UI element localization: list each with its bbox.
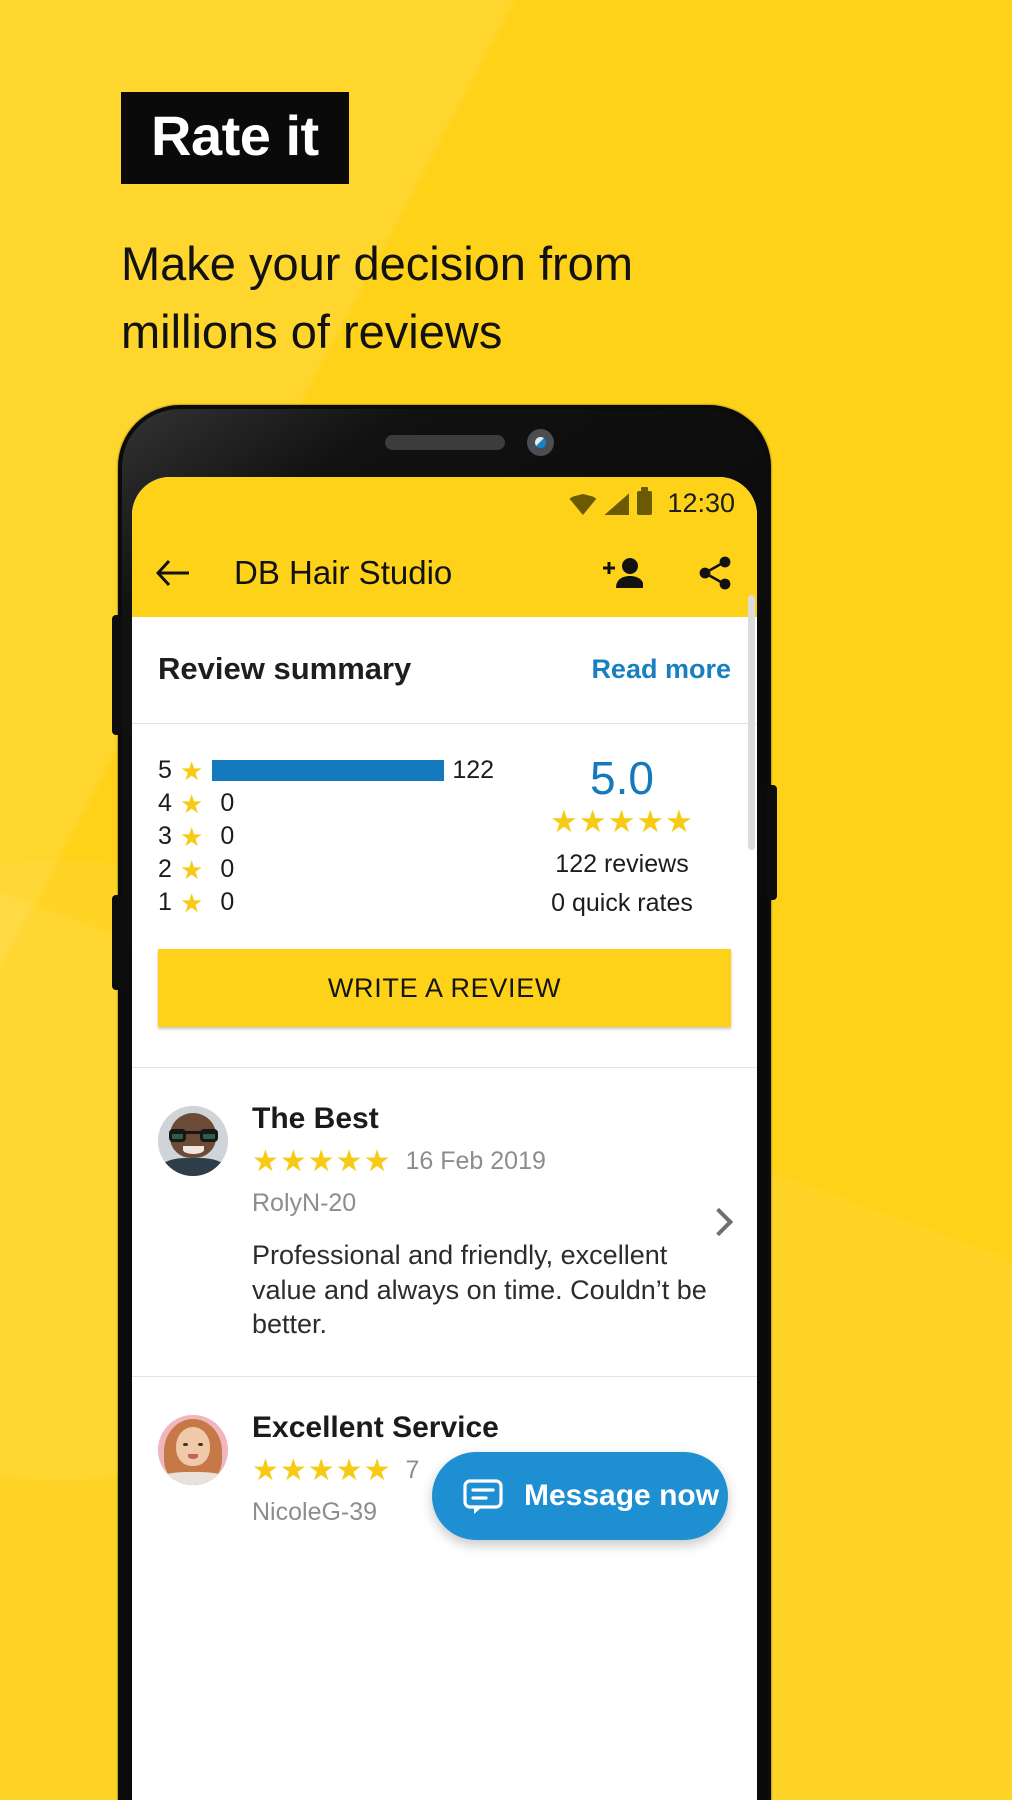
rating-bar-row: 2 ★ 0 xyxy=(158,853,513,886)
rating-bar-row: 5 ★ 122 xyxy=(158,754,513,787)
review-date: 16 Feb 2019 xyxy=(405,1147,546,1175)
rating-bar-fill xyxy=(212,760,445,781)
quick-rates-count: 0 quick rates xyxy=(551,889,693,918)
review-stars: ★★★★★ xyxy=(252,1453,392,1487)
avatar xyxy=(158,1414,228,1485)
rating-bar-label: 4 xyxy=(158,789,172,817)
rating-bar-label: 3 xyxy=(158,822,172,850)
status-time: 12:30 xyxy=(667,487,735,518)
average-score-stars: ★★★★★ xyxy=(550,804,694,840)
review-username: RolyN-20 xyxy=(252,1189,357,1217)
write-review-wrap: WRITE A REVIEW xyxy=(132,927,757,1067)
earpiece-speaker xyxy=(384,435,505,450)
star-icon: ★ xyxy=(180,755,204,786)
app-bar-actions xyxy=(603,555,733,591)
front-camera-icon xyxy=(527,429,554,456)
phone-screen: 12:30 DB Hair Studio Review summary Read… xyxy=(132,477,757,1800)
rating-bar-row: 4 ★ 0 xyxy=(158,787,513,820)
star-icon: ★ xyxy=(180,788,204,819)
camera-lens xyxy=(535,437,546,448)
avatar-female-image xyxy=(158,1414,228,1485)
rating-bar-count: 122 xyxy=(452,756,495,784)
rating-block: 5 ★ 122 4 ★ 0 3 ★ 0 2 ★ 0 1 ★ 0 5.0 ★★★★… xyxy=(132,724,757,927)
back-arrow-icon xyxy=(156,559,189,587)
power-button[interactable] xyxy=(767,785,777,900)
battery-icon xyxy=(637,487,653,515)
share-icon xyxy=(699,556,731,590)
review-text: Professional and friendly, excellent val… xyxy=(252,1240,707,1340)
rating-breakdown: 5 ★ 122 4 ★ 0 3 ★ 0 2 ★ 0 1 ★ 0 xyxy=(158,754,513,919)
phone-top-bezel xyxy=(118,405,771,485)
status-icons xyxy=(569,487,653,515)
volume-up-button[interactable] xyxy=(112,615,122,735)
message-now-label: Message now xyxy=(524,1479,720,1512)
promo-subtitle: Make your decision from millions of revi… xyxy=(121,237,633,359)
review-title: The Best xyxy=(252,1102,379,1135)
star-icon: ★ xyxy=(180,887,204,918)
rating-bar-label: 1 xyxy=(158,888,172,916)
review-title: Excellent Service xyxy=(252,1410,499,1444)
review-summary-title: Review summary xyxy=(158,651,412,686)
average-score: 5.0 xyxy=(590,752,654,804)
review-list-item[interactable]: The Best ★★★★★ 16 Feb 2019 RolyN-20 Prof… xyxy=(132,1067,757,1376)
rating-bar-row: 1 ★ 0 xyxy=(158,886,513,919)
add-person-button[interactable] xyxy=(603,556,643,590)
phone-mockup: 12:30 DB Hair Studio Review summary Read… xyxy=(112,405,777,1800)
back-button[interactable] xyxy=(156,559,190,587)
review-stars: ★★★★★ xyxy=(252,1145,392,1178)
avatar xyxy=(158,1106,228,1176)
write-review-button[interactable]: WRITE A REVIEW xyxy=(158,949,731,1027)
star-icon: ★ xyxy=(180,821,204,852)
avatar-male-image xyxy=(158,1106,228,1176)
wifi-icon xyxy=(569,494,597,515)
review-body: The Best ★★★★★ 16 Feb 2019 RolyN-20 Prof… xyxy=(228,1102,735,1342)
share-button[interactable] xyxy=(697,555,733,591)
reviews-count: 122 reviews xyxy=(555,850,689,879)
message-now-button[interactable]: Message now xyxy=(432,1452,728,1540)
score-column: 5.0 ★★★★★ 122 reviews 0 quick rates xyxy=(513,754,731,919)
rating-bar-count: 0 xyxy=(220,888,235,916)
promo-badge: Rate it xyxy=(121,92,349,184)
promo-header: Rate it Make your decision from millions… xyxy=(121,92,921,366)
volume-down-button[interactable] xyxy=(112,895,122,990)
rating-bar-label: 2 xyxy=(158,855,172,883)
rating-bar-count: 0 xyxy=(220,789,235,817)
rating-bar-count: 0 xyxy=(220,822,235,850)
rating-bar-row: 3 ★ 0 xyxy=(158,820,513,853)
star-icon: ★ xyxy=(180,854,204,885)
rating-bar-label: 5 xyxy=(158,756,172,784)
message-icon xyxy=(463,1479,503,1514)
review-meta: ★★★★★ 16 Feb 2019 xyxy=(252,1144,717,1179)
review-summary-header: Review summary Read more xyxy=(132,617,757,724)
app-bar-title: DB Hair Studio xyxy=(234,554,453,591)
read-more-link[interactable]: Read more xyxy=(591,654,731,685)
add-person-icon xyxy=(603,558,643,588)
rating-bar-count: 0 xyxy=(220,855,235,883)
scrollbar-thumb[interactable] xyxy=(748,595,755,850)
review-date: 7 xyxy=(405,1455,420,1484)
signal-icon xyxy=(604,493,630,515)
app-bar: DB Hair Studio xyxy=(132,529,757,617)
